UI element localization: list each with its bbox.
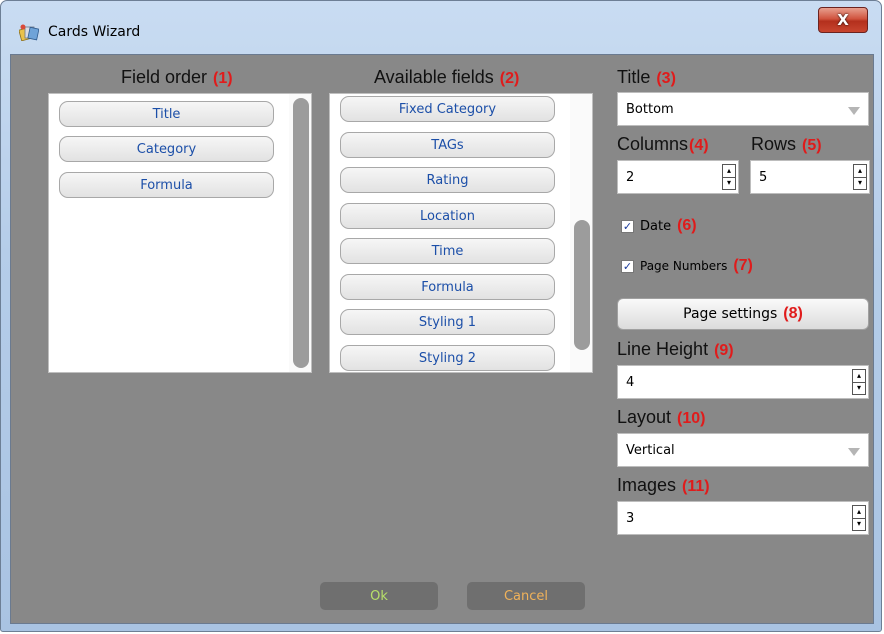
page-numbers-checkbox[interactable]: ✓: [621, 259, 634, 273]
layout-label: Layout: [617, 407, 672, 427]
title-position-value: Bottom: [626, 102, 674, 117]
title-position-select[interactable]: Bottom: [617, 92, 869, 126]
columns-heading: Columns(4): [617, 134, 709, 155]
field-order-number: (1): [213, 70, 233, 87]
title-option-number: (3): [656, 70, 676, 87]
available-field-item[interactable]: Fixed Category: [340, 96, 555, 122]
available-fields-number: (2): [499, 70, 520, 87]
cancel-button[interactable]: Cancel: [467, 582, 585, 610]
layout-heading: Layout (10): [617, 407, 706, 428]
layout-value: Vertical: [626, 443, 675, 458]
available-field-item[interactable]: TAGs: [340, 132, 555, 158]
available-fields-scroll-thumb[interactable]: [574, 220, 590, 350]
available-fields-label: Available fields: [374, 67, 494, 87]
ok-label: Ok: [370, 588, 388, 604]
close-icon: X: [837, 11, 849, 29]
rows-value: 5: [759, 170, 768, 185]
rows-number: (5): [802, 137, 822, 154]
field-order-item[interactable]: Formula: [59, 172, 274, 198]
images-number: (11): [682, 478, 710, 495]
dropdown-arrow-icon[interactable]: [848, 448, 860, 456]
spin-down-icon[interactable]: ▾: [853, 382, 865, 394]
line-height-spinbox[interactable]: 4 ▴ ▾: [617, 365, 869, 399]
available-fields-list[interactable]: Fixed Category TAGs Rating Location Time…: [329, 93, 593, 373]
date-checkbox-row[interactable]: ✓ Date (6): [621, 217, 697, 235]
available-field-item[interactable]: Formula: [340, 274, 555, 300]
page-numbers-checkbox-row[interactable]: ✓ Page Numbers (7): [621, 257, 753, 275]
date-number: (6): [677, 217, 697, 234]
title-bar: Cards Wizard X: [1, 1, 883, 53]
dialog-client-area: Field order (1) Title Category Formula Av…: [10, 54, 874, 624]
images-value: 3: [626, 511, 635, 526]
line-height-value: 4: [626, 375, 635, 390]
field-order-item-label: Title: [152, 106, 181, 122]
field-order-scrollbar[interactable]: [289, 94, 311, 372]
field-order-item[interactable]: Category: [59, 136, 274, 162]
available-fields-heading: Available fields (2): [374, 67, 519, 88]
layout-select[interactable]: Vertical: [617, 433, 869, 467]
cancel-label: Cancel: [503, 588, 549, 604]
spin-down-icon[interactable]: ▾: [723, 177, 735, 189]
columns-number: (4): [689, 137, 709, 154]
rows-spinbox[interactable]: 5 ▴ ▾: [750, 160, 870, 194]
window-title: Cards Wizard: [48, 24, 141, 40]
available-field-label: Rating: [426, 172, 469, 188]
columns-spinbox[interactable]: 2 ▴ ▾: [617, 160, 739, 194]
available-fields-scrollbar[interactable]: [570, 94, 592, 372]
available-field-label: TAGs: [431, 137, 464, 153]
available-field-item[interactable]: Location: [340, 203, 555, 229]
field-order-item-label: Formula: [140, 177, 193, 193]
dropdown-arrow-icon[interactable]: [848, 107, 860, 115]
spin-down-icon[interactable]: ▾: [853, 518, 865, 530]
page-settings-button[interactable]: Page settings (8): [617, 298, 869, 330]
ok-button[interactable]: Ok: [320, 582, 438, 610]
spin-arrows-icon[interactable]: ▴ ▾: [722, 164, 736, 190]
line-height-number: (9): [714, 342, 734, 359]
line-height-heading: Line Height (9): [617, 339, 734, 360]
columns-value: 2: [626, 170, 635, 185]
field-order-scroll-thumb[interactable]: [293, 98, 309, 368]
cards-app-icon: [19, 24, 39, 41]
page-settings-number: (8): [783, 305, 803, 322]
available-field-label: Location: [420, 208, 475, 224]
rows-heading: Rows (5): [751, 134, 822, 155]
page-settings-label: Page settings: [683, 306, 778, 322]
field-order-label: Field order: [121, 67, 208, 87]
spin-arrows-icon[interactable]: ▴ ▾: [853, 164, 867, 190]
available-field-label: Formula: [421, 279, 474, 295]
images-label: Images: [617, 475, 677, 495]
available-field-item[interactable]: Styling 1: [340, 309, 555, 335]
available-field-label: Time: [431, 243, 464, 259]
available-field-item[interactable]: Rating: [340, 167, 555, 193]
field-order-list[interactable]: Title Category Formula: [48, 93, 312, 373]
images-heading: Images (11): [617, 475, 710, 496]
field-order-item-label: Category: [136, 141, 197, 157]
rows-label: Rows: [751, 134, 797, 154]
layout-number: (10): [677, 410, 706, 427]
field-order-heading: Field order (1): [121, 67, 233, 88]
cards-wizard-window: Cards Wizard X Field order (1) Title Cate…: [0, 0, 882, 632]
page-numbers-number: (7): [733, 257, 753, 274]
columns-label: Columns: [617, 134, 689, 154]
checkmark-icon: ✓: [622, 219, 633, 233]
spin-down-icon[interactable]: ▾: [854, 177, 866, 189]
line-height-label: Line Height: [617, 339, 709, 359]
field-order-item[interactable]: Title: [59, 101, 274, 127]
checkmark-icon: ✓: [622, 259, 633, 273]
title-option-heading: Title (3): [617, 67, 676, 88]
spin-arrows-icon[interactable]: ▴ ▾: [852, 369, 866, 395]
available-field-label: Styling 1: [418, 314, 477, 330]
date-checkbox[interactable]: ✓: [621, 219, 634, 233]
title-option-label: Title: [617, 67, 651, 87]
images-spinbox[interactable]: 3 ▴ ▾: [617, 501, 869, 535]
date-label[interactable]: Date: [640, 219, 671, 234]
available-field-label: Fixed Category: [398, 101, 497, 117]
page-numbers-label[interactable]: Page Numbers: [640, 259, 727, 273]
available-field-item[interactable]: Styling 2: [340, 345, 555, 371]
available-field-item[interactable]: Time: [340, 238, 555, 264]
close-button[interactable]: X: [818, 7, 868, 33]
spin-arrows-icon[interactable]: ▴ ▾: [852, 505, 866, 531]
available-field-label: Styling 2: [418, 350, 477, 366]
